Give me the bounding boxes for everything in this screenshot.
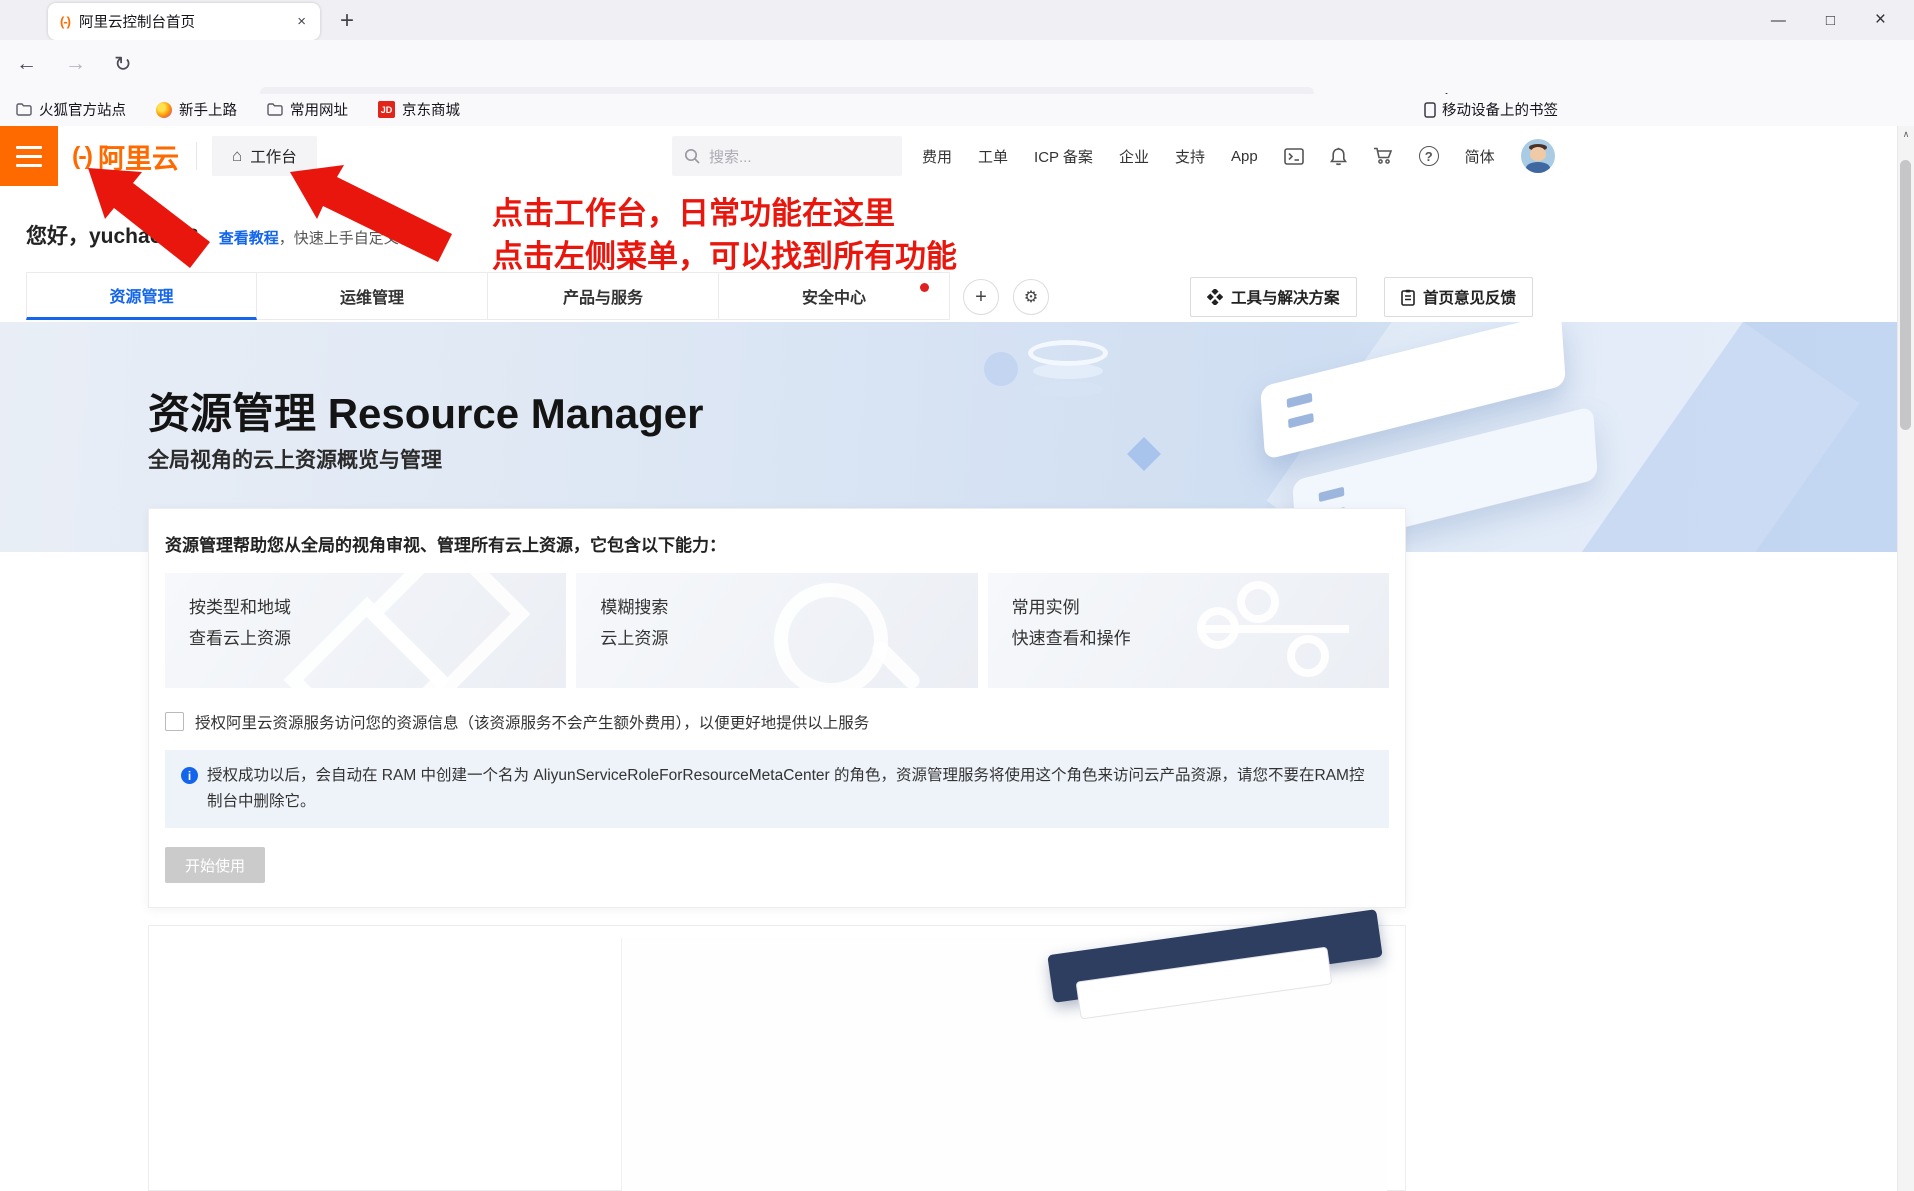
add-tab-button[interactable]: + xyxy=(963,279,999,315)
console-menu-button[interactable] xyxy=(0,126,58,186)
feature-card-common-instances: 常用实例快速查看和操作 xyxy=(988,573,1389,688)
gear-icon: ⚙ xyxy=(1024,287,1038,307)
tab-resource-management[interactable]: 资源管理 xyxy=(26,272,257,320)
nav-enterprise[interactable]: 企业 xyxy=(1119,146,1149,167)
back-icon[interactable]: ← xyxy=(16,52,37,77)
cart-icon[interactable] xyxy=(1373,147,1393,165)
new-tab-button[interactable]: + xyxy=(340,6,354,36)
workbench-button[interactable]: ⌂ 工作台 xyxy=(212,136,317,176)
aliyun-logo-icon: (-) xyxy=(72,142,91,171)
tools-solutions-button[interactable]: 工具与解决方案 xyxy=(1190,277,1357,317)
console-search-input[interactable]: 搜索... xyxy=(672,136,902,176)
greeting-suffix: ，快速上手自定义视图 xyxy=(279,227,429,248)
header-divider xyxy=(196,142,197,170)
start-using-button[interactable]: 开始使用 xyxy=(165,847,265,883)
hero-decor xyxy=(1028,340,1108,366)
nav-support[interactable]: 支持 xyxy=(1175,146,1205,167)
feature-card-type-region: 按类型和地域查看云上资源 xyxy=(165,573,566,688)
homepage-feedback-button[interactable]: 首页意见反馈 xyxy=(1384,277,1533,317)
help-icon[interactable]: ? xyxy=(1419,146,1439,166)
authorize-label: 授权阿里云资源服务访问您的资源信息（该资源服务不会产生额外费用），以便更好地提供… xyxy=(195,711,869,733)
firefox-icon xyxy=(156,102,172,118)
tools-icon xyxy=(1207,289,1223,305)
nav-app[interactable]: App xyxy=(1231,148,1258,165)
window-close-icon[interactable]: × xyxy=(1875,9,1886,31)
nav-icp[interactable]: ICP 备案 xyxy=(1034,146,1093,167)
authorize-checkbox[interactable] xyxy=(165,712,184,731)
feedback-icon xyxy=(1401,289,1415,306)
hero-decor xyxy=(984,352,1018,386)
tab-settings-button[interactable]: ⚙ xyxy=(1013,279,1049,315)
forward-icon[interactable]: → xyxy=(65,52,86,77)
jd-icon: JD xyxy=(378,101,395,118)
search-icon xyxy=(684,148,700,164)
tab-products-services[interactable]: 产品与服务 xyxy=(488,272,719,320)
aliyun-logo[interactable]: (-) 阿里云 xyxy=(72,126,179,186)
info-icon: i xyxy=(181,767,198,784)
home-icon: ⌂ xyxy=(232,146,242,166)
browser-tab[interactable]: (-) 阿里云控制台首页 × xyxy=(48,3,320,40)
bookmark-item[interactable]: 火狐官方站点 xyxy=(16,99,126,120)
language-switch[interactable]: 简体 xyxy=(1465,146,1495,167)
window-controls: — □ × xyxy=(1771,0,1886,40)
folder-icon xyxy=(267,103,283,116)
bookmark-item[interactable]: 常用网址 xyxy=(267,99,348,120)
notification-dot xyxy=(920,283,929,292)
bottom-partial-card xyxy=(148,925,1406,1191)
tutorial-link[interactable]: 查看教程 xyxy=(219,227,279,248)
minimize-icon[interactable]: — xyxy=(1771,12,1786,29)
scrollbar-up-icon[interactable]: ∧ xyxy=(1898,126,1914,142)
tab-close-icon[interactable]: × xyxy=(295,13,308,30)
mobile-bookmarks[interactable]: 移动设备上的书签 xyxy=(1424,94,1558,125)
mobile-device-icon xyxy=(1424,102,1436,118)
tab-security-center[interactable]: 安全中心 xyxy=(719,272,950,320)
ram-role-notice: i 授权成功以后，会自动在 RAM 中创建一个名为 AliyunServiceR… xyxy=(165,750,1389,828)
bookmarks-bar: 火狐官方站点 新手上路 常用网址 JD 京东商城 移动设备上的书签 xyxy=(0,94,1914,127)
search-placeholder: 搜索... xyxy=(709,146,752,167)
folder-icon xyxy=(16,103,32,116)
tab-title: 阿里云控制台首页 xyxy=(79,11,286,32)
hero-decor xyxy=(1127,437,1161,471)
hero-subtitle: 全局视角的云上资源概览与管理 xyxy=(148,444,442,474)
bell-icon[interactable] xyxy=(1330,147,1347,166)
browser-tab-bar: (-) 阿里云控制台首页 × + — □ × xyxy=(0,0,1914,40)
nav-tickets[interactable]: 工单 xyxy=(978,146,1008,167)
dashboard-tabs: 资源管理 运维管理 产品与服务 安全中心 xyxy=(26,272,950,320)
intro-heading: 资源管理帮助您从全局的视角审视、管理所有云上资源，它包含以下能力： xyxy=(165,531,1389,556)
maximize-icon[interactable]: □ xyxy=(1826,12,1835,29)
console-header: (-) 阿里云 ⌂ 工作台 搜索... 费用 工单 ICP 备案 企业 支持 A… xyxy=(0,126,1914,187)
greeting-text: 您好，yuchaoit66 xyxy=(26,220,199,250)
hero-title: 资源管理 Resource Manager xyxy=(148,380,704,441)
page-scrollbar[interactable]: ∧ xyxy=(1897,126,1914,1191)
annotation-text: 点击工作台，日常功能在这里 点击左侧菜单，可以找到所有功能 xyxy=(492,192,957,278)
reload-icon[interactable]: ↻ xyxy=(114,52,132,77)
browser-toolbar: ← → ↻ https://homenew.console.aliyun.com… xyxy=(0,40,1914,94)
tab-ops-management[interactable]: 运维管理 xyxy=(257,272,488,320)
screen: (-) 阿里云控制台首页 × + — □ × ← → ↻ https://hom… xyxy=(0,0,1914,1191)
nav-billing[interactable]: 费用 xyxy=(922,146,952,167)
aliyun-favicon-icon: (-) xyxy=(60,14,70,29)
user-avatar[interactable] xyxy=(1521,139,1555,173)
resource-intro-card: 资源管理帮助您从全局的视角审视、管理所有云上资源，它包含以下能力： 按类型和地域… xyxy=(148,508,1406,908)
feature-card-fuzzy-search: 模糊搜索云上资源 xyxy=(576,573,977,688)
scrollbar-thumb[interactable] xyxy=(1900,160,1911,430)
bookmark-item[interactable]: 新手上路 xyxy=(156,99,237,120)
terminal-icon[interactable] xyxy=(1284,148,1304,165)
bookmark-item[interactable]: JD 京东商城 xyxy=(378,99,460,120)
